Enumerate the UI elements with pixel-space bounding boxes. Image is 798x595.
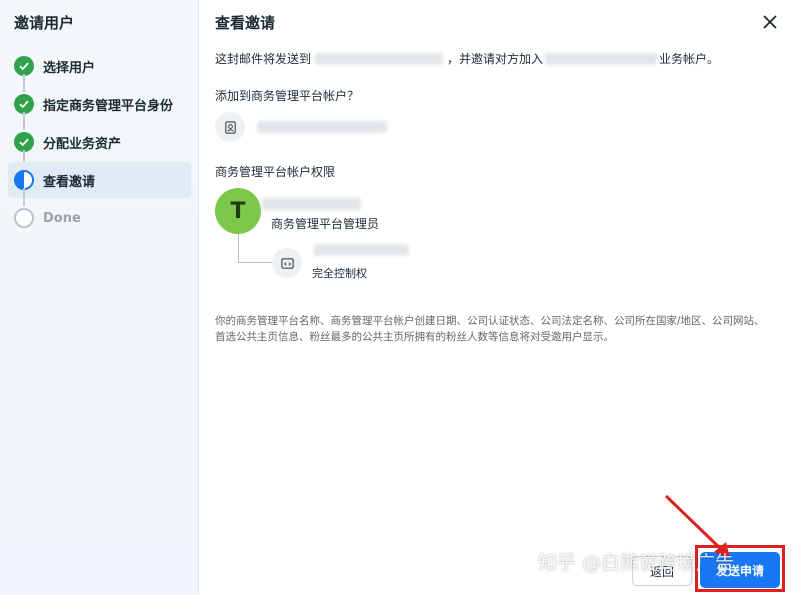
check-icon [14, 132, 34, 152]
redacted-business [545, 52, 658, 65]
sidebar-title: 邀请用户 [14, 14, 75, 32]
full-control-label: 完全控制权 [312, 267, 367, 280]
add-question: 添加到商务管理平台帐户？ [215, 89, 360, 103]
permissions-title: 商务管理平台帐户权限 [215, 165, 336, 179]
check-icon [14, 94, 34, 114]
empty-circle-icon [14, 208, 34, 228]
step-label: 指定商务管理平台身份 [43, 98, 174, 114]
step-review-invite[interactable]: 查看邀请 [8, 162, 191, 198]
step-label: 选择用户 [43, 60, 96, 76]
send-request-button[interactable]: 发送申请 [700, 552, 780, 588]
avatar: T [215, 188, 261, 234]
redacted-asset-name [314, 244, 409, 256]
half-circle-icon [14, 170, 34, 190]
step-done: Done [8, 200, 191, 236]
step-assign-assets[interactable]: 分配业务资产 [8, 124, 191, 160]
admin-role-label: 商务管理平台管理员 [271, 217, 380, 231]
tree-connector [238, 262, 272, 263]
step-label: 查看邀请 [43, 174, 96, 190]
back-button[interactable]: 返回 [632, 556, 692, 586]
redacted-user-name [261, 198, 361, 210]
tree-connector [238, 234, 239, 262]
close-icon[interactable] [760, 12, 780, 32]
sidebar: 邀请用户 选择用户 指定商务管理平台身份 分配业务资产 查看邀请 Done [0, 0, 199, 595]
sentence-part2: ，并邀请对方加入 [447, 52, 544, 66]
step-select-users[interactable]: 选择用户 [8, 48, 191, 84]
step-assign-role[interactable]: 指定商务管理平台身份 [8, 86, 191, 122]
step-label: Done [43, 210, 81, 226]
disclosure-note: 你的商务管理平台名称、商务管理平台帐户创建日期、公司认证状态、公司法定名称、公司… [215, 315, 765, 343]
code-icon [272, 248, 302, 278]
step-label: 分配业务资产 [43, 136, 122, 152]
invite-sentence: 这封邮件将发送到 ，并邀请对方加入 业务帐户。 [215, 50, 719, 67]
account-row [215, 112, 387, 142]
sentence-part1: 这封邮件将发送到 [215, 52, 312, 66]
account-icon [215, 112, 245, 142]
sentence-part3: 业务帐户。 [659, 52, 720, 66]
redacted-account-name [257, 121, 387, 133]
redacted-email [315, 52, 444, 65]
page-title: 查看邀请 [215, 14, 276, 32]
check-icon [14, 56, 34, 76]
main-panel: 查看邀请 这封邮件将发送到 ，并邀请对方加入 业务帐户。 添加到商务管理平台帐户… [199, 0, 798, 595]
